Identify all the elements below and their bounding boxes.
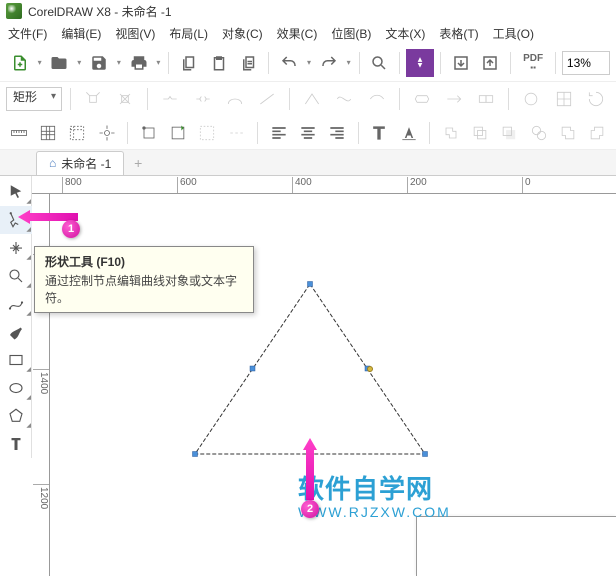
print-button[interactable]	[125, 49, 153, 77]
search-button[interactable]	[366, 49, 394, 77]
import-button[interactable]	[447, 49, 475, 77]
dynamic-guides-icon[interactable]	[136, 118, 161, 148]
menu-edit[interactable]: 编辑(E)	[61, 25, 101, 42]
alignment-guides-icon[interactable]	[165, 118, 190, 148]
front-minus-back-icon[interactable]	[555, 118, 580, 148]
page-boundary	[416, 516, 616, 576]
open-button[interactable]	[46, 49, 74, 77]
open-dropdown-icon[interactable]: ▾	[75, 49, 83, 77]
extend-curve-icon[interactable]	[440, 84, 468, 114]
snap-grid-icon[interactable]	[35, 118, 60, 148]
title-bar: CorelDRAW X8 - 未命名 -1	[0, 0, 616, 22]
simplify-icon[interactable]	[526, 118, 551, 148]
home-icon: ⌂	[49, 156, 56, 170]
undo-dropdown-icon[interactable]: ▾	[305, 49, 313, 77]
close-curve-icon[interactable]	[517, 84, 545, 114]
horizontal-ruler[interactable]: 800 600 400 200 0	[32, 176, 616, 194]
tooltip-title: 形状工具 (F10)	[45, 253, 243, 270]
copy-button[interactable]	[175, 49, 203, 77]
add-tab-button[interactable]: +	[128, 153, 148, 173]
export-button[interactable]	[477, 49, 505, 77]
tab-label: 未命名 -1	[61, 155, 111, 172]
menu-bitmap[interactable]: 位图(B)	[331, 25, 371, 42]
extract-subpath-icon[interactable]	[472, 84, 500, 114]
symmetric-node-icon[interactable]	[363, 84, 391, 114]
app-icon	[6, 3, 22, 19]
ellipse-tool[interactable]: ◢	[0, 374, 32, 402]
pdf-export-button[interactable]: PDF▪▪	[517, 49, 549, 77]
break-nodes-icon[interactable]	[189, 84, 217, 114]
zoom-tool[interactable]: ◢	[0, 262, 32, 290]
trim-icon[interactable]	[468, 118, 493, 148]
back-minus-front-icon[interactable]	[585, 118, 610, 148]
redo-dropdown-icon[interactable]: ▾	[345, 49, 353, 77]
rotate-nodes-icon[interactable]	[582, 84, 610, 114]
menu-object[interactable]: 对象(C)	[222, 25, 263, 42]
rectangle-tool[interactable]: ◢	[0, 346, 32, 374]
menu-text[interactable]: 文本(X)	[385, 25, 425, 42]
menu-view[interactable]: 视图(V)	[115, 25, 155, 42]
shape-tool-tooltip: 形状工具 (F10) 通过控制节点编辑曲线对象或文本字符。	[34, 246, 254, 313]
smooth-node-icon[interactable]	[330, 84, 358, 114]
document-tab[interactable]: ⌂ 未命名 -1	[36, 151, 124, 175]
reverse-curve-icon[interactable]	[408, 84, 436, 114]
main-toolbar: ▾ ▾ ▾ ▾ ▾ ▾ PDF▪▪	[0, 44, 616, 82]
join-nodes-icon[interactable]	[156, 84, 184, 114]
property-bar: 矩形	[0, 82, 616, 116]
cusp-node-icon[interactable]	[298, 84, 326, 114]
canvas-area: ◢ ◢ ◢ ◢ ◢ ◢ ◢ ◢ 800 600 400 200 0 1600 1…	[0, 176, 616, 576]
baseline-icon[interactable]	[396, 118, 421, 148]
save-dropdown-icon[interactable]: ▾	[115, 49, 123, 77]
node-add-icon[interactable]	[79, 84, 107, 114]
align-distribute-icon[interactable]	[195, 118, 220, 148]
paste-button[interactable]	[205, 49, 233, 77]
tooltip-description: 通过控制节点编辑曲线对象或文本字符。	[45, 272, 243, 306]
distribute-icon[interactable]	[224, 118, 249, 148]
menu-table[interactable]: 表格(T)	[439, 25, 478, 42]
menu-file[interactable]: 文件(F)	[8, 25, 47, 42]
snap-ruler-icon[interactable]	[6, 118, 31, 148]
save-button[interactable]	[85, 49, 113, 77]
pick-tool[interactable]: ◢	[0, 178, 32, 206]
zoom-level-input[interactable]	[562, 51, 610, 75]
menu-effects[interactable]: 效果(C)	[277, 25, 318, 42]
menu-tools[interactable]: 工具(O)	[493, 25, 534, 42]
curve-to-line-icon[interactable]	[253, 84, 281, 114]
intersect-icon[interactable]	[497, 118, 522, 148]
print-dropdown-icon[interactable]: ▾	[154, 49, 162, 77]
freehand-tool[interactable]: ◢	[0, 290, 32, 318]
text-tool-icon[interactable]	[367, 118, 392, 148]
snap-objects-icon[interactable]	[94, 118, 119, 148]
align-center-icon[interactable]	[295, 118, 320, 148]
annotation-badge-2: 2	[301, 500, 319, 518]
redo-button[interactable]	[315, 49, 343, 77]
text-tool[interactable]	[0, 430, 32, 458]
menu-layout[interactable]: 布局(L)	[169, 25, 208, 42]
align-right-icon[interactable]	[325, 118, 350, 148]
fill-color-button[interactable]	[406, 49, 434, 77]
align-left-icon[interactable]	[266, 118, 291, 148]
snap-guidelines-icon[interactable]	[65, 118, 90, 148]
document-tab-bar: ⌂ 未命名 -1 +	[0, 150, 616, 176]
menu-bar: 文件(F) 编辑(E) 视图(V) 布局(L) 对象(C) 效果(C) 位图(B…	[0, 22, 616, 44]
polygon-tool[interactable]: ◢	[0, 402, 32, 430]
window-title: CorelDRAW X8 - 未命名 -1	[28, 3, 172, 20]
crop-tool[interactable]: ◢	[0, 234, 32, 262]
watermark: 软件自学网 WWW.RJZXW.COM	[298, 469, 451, 520]
new-dropdown-icon[interactable]: ▾	[36, 49, 44, 77]
annotation-arrow-2	[303, 438, 317, 503]
stretch-nodes-icon[interactable]	[550, 84, 578, 114]
artistic-media-tool[interactable]	[0, 318, 32, 346]
clipboard-button[interactable]	[235, 49, 263, 77]
preset-shape-dropdown[interactable]: 矩形	[6, 87, 62, 111]
undo-button[interactable]	[275, 49, 303, 77]
secondary-toolbar	[0, 116, 616, 150]
weld-icon[interactable]	[438, 118, 463, 148]
line-to-curve-icon[interactable]	[221, 84, 249, 114]
new-document-button[interactable]	[6, 49, 34, 77]
node-delete-icon[interactable]	[111, 84, 139, 114]
annotation-badge-1: 1	[62, 220, 80, 238]
